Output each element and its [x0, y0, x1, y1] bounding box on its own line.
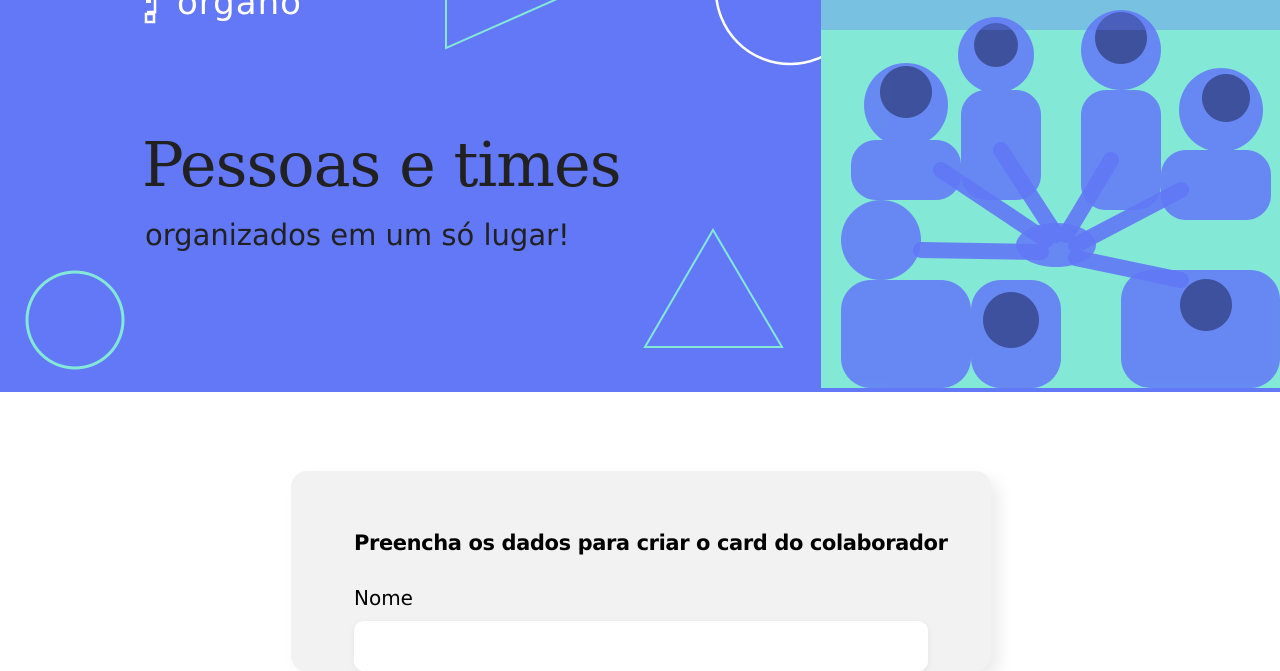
banner: organo Pessoas e times organizados em um…: [0, 0, 1280, 392]
logo-text: organo: [177, 0, 302, 23]
triangle-top-decoration: [445, 0, 558, 50]
group-hands-together-image: [821, 0, 1280, 388]
page-subheadline: organizados em um só lugar!: [145, 218, 570, 252]
triangle-bottom-decoration: [643, 228, 784, 348]
name-field-label: Nome: [354, 586, 413, 610]
logo[interactable]: organo: [143, 0, 302, 28]
logo-icon: [144, 0, 157, 24]
hero-photo: [821, 0, 1280, 388]
form-title: Preencha os dados para criar o card do c…: [354, 531, 948, 555]
circle-top-decoration: [715, 0, 821, 66]
collaborator-form: Preencha os dados para criar o card do c…: [291, 471, 991, 671]
circle-bottom-left-decoration: [25, 270, 125, 370]
name-input[interactable]: [354, 621, 928, 671]
page-headline: Pessoas e times: [142, 128, 622, 201]
